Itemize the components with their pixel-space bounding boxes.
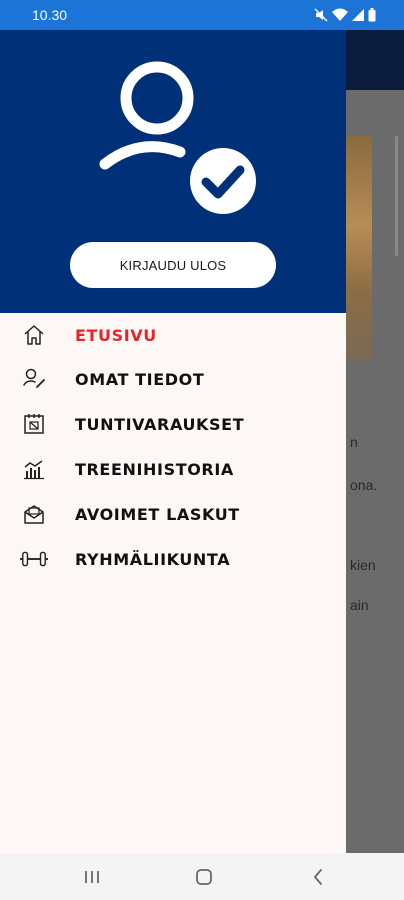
menu-item-treenihistoria[interactable]: TREENIHISTORIA (0, 447, 346, 491)
battery-icon (368, 8, 376, 22)
recents-icon (85, 871, 99, 883)
logout-button[interactable]: KIRJAUDU ULOS (70, 242, 276, 288)
drawer-header: KIRJAUDU ULOS (0, 30, 346, 313)
status-bar: 10.30 (0, 0, 404, 30)
menu-item-label: AVOIMET LASKUT (75, 504, 240, 524)
home-nav-icon (196, 869, 212, 885)
background-text: ain (350, 597, 369, 613)
menu-item-label: RYHMÄLIIKUNTA (75, 549, 231, 569)
chart-icon (20, 455, 48, 483)
back-icon (314, 869, 322, 885)
menu-item-label: OMAT TIEDOT (75, 369, 205, 389)
signal-icon (352, 9, 364, 21)
home-button[interactable] (192, 866, 216, 888)
menu-item-label: TREENIHISTORIA (75, 459, 234, 479)
menu-item-omat-tiedot[interactable]: OMAT TIEDOT (0, 357, 346, 401)
recents-button[interactable] (80, 866, 104, 888)
menu-item-tuntivaraukset[interactable]: TUNTIVARAUKSET (0, 402, 346, 446)
background-text: ona. (350, 477, 378, 493)
menu-item-avoimet-laskut[interactable]: AVOIMET LASKUT (0, 492, 346, 536)
calendar-icon (20, 410, 48, 438)
background-text: n (350, 434, 358, 450)
back-button[interactable] (306, 866, 330, 888)
mute-icon (314, 8, 328, 22)
wifi-icon (332, 8, 348, 21)
menu-item-etusivu[interactable]: ETUSIVU (0, 313, 346, 357)
background-app[interactable]: n ona. kien ain (346, 30, 404, 853)
background-text: kien (350, 557, 376, 573)
background-scrollbar (395, 136, 398, 256)
menu-item-label: TUNTIVARAUKSET (75, 414, 245, 434)
user-edit-icon (20, 365, 48, 393)
background-app-header (346, 30, 404, 90)
status-icons (314, 8, 376, 22)
menu-item-label: ETUSIVU (75, 325, 157, 345)
dumbbell-icon (20, 545, 48, 573)
status-time: 10.30 (32, 7, 68, 23)
system-nav-bar (0, 853, 404, 900)
menu-item-ryhmaliikunta[interactable]: RYHMÄLIIKUNTA (0, 537, 346, 581)
user-verified-icon (99, 61, 256, 214)
home-icon (20, 321, 48, 349)
background-app-image (346, 136, 372, 360)
mail-icon (20, 500, 48, 528)
navigation-drawer: KIRJAUDU ULOS ETUSIVU OMAT TIEDOT TUNTIV… (0, 30, 346, 853)
